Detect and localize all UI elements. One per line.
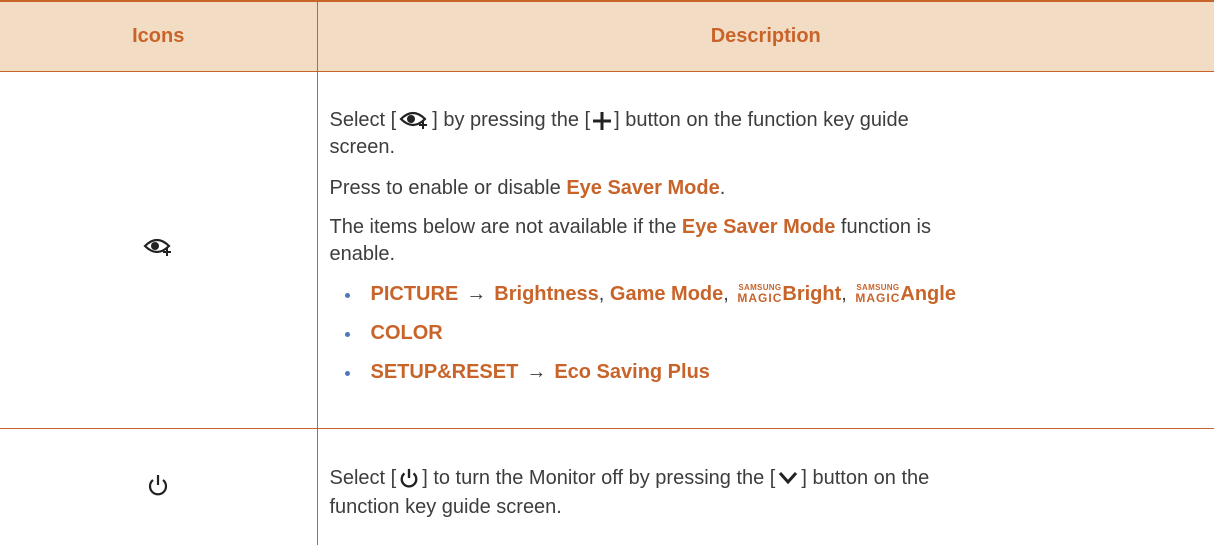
text: . [719, 177, 726, 199]
text: screen. [329, 136, 396, 158]
power-icon [149, 474, 168, 495]
eye-saver-mode-label: Eye Saver Mode [681, 216, 836, 238]
text: Press to enable or disable [329, 177, 567, 199]
magic-bottom: MAGIC [737, 291, 783, 305]
list-item: COLOR [330, 323, 1203, 343]
icon-cell-eye-saver [0, 71, 317, 429]
samsung-magic-logo: SAMSUNG MAGIC [855, 284, 901, 305]
eye-saver-icon [143, 238, 172, 256]
header-description: Description [316, 0, 1214, 72]
eye-enable-text: Press to enable or disable Eye Saver Mod… [330, 175, 1203, 202]
icon-cell-power [0, 429, 317, 545]
angle-label: Angle [900, 283, 956, 305]
power-select-text: Select [ ] to turn the Monitor off by pre… [330, 464, 1203, 522]
bright-label: Bright [782, 283, 842, 305]
separator: , [723, 283, 729, 305]
text: ] by pressing the [ [432, 109, 591, 131]
text: function is [835, 216, 931, 238]
eco-saving-plus-label: Eco Saving Plus [554, 361, 710, 383]
chevron-down-icon [779, 472, 798, 485]
eye-unavailable-text: The items below are not available if the… [330, 214, 1203, 268]
arrow: → [526, 361, 547, 383]
power-icon [400, 469, 418, 488]
eye-select-text: Select [ ] by pressing the [ ] button on t… [330, 107, 1203, 161]
text: ] button on the function key guide [614, 109, 909, 131]
list-item: PICTURE → Brightness, Game Mode, SAMSUNG MA… [330, 284, 1203, 304]
table-row-eye-saver: Select [ ] by pressing the [ ] button on t… [0, 71, 1214, 429]
text: Select [ [329, 466, 397, 489]
game-mode-label: Game Mode [609, 283, 724, 305]
bullet-dot [344, 293, 350, 298]
header-icons: Icons [0, 0, 317, 72]
text: function key guide screen. [329, 495, 562, 518]
text: ] to turn the Monitor off by pressing th… [422, 466, 776, 489]
plus-icon [593, 111, 612, 130]
description-cell-eye-saver: Select [ ] by pressing the [ ] button on t… [316, 71, 1214, 429]
description-cell-power: Select [ ] to turn the Monitor off by pre… [316, 428, 1214, 545]
text: The items below are not available if the [329, 216, 682, 238]
eye-saver-mode-label: Eye Saver Mode [566, 177, 720, 199]
bullet-dot [344, 332, 350, 337]
separator: , [598, 283, 605, 305]
list-item: SETUP&RESET → Eco Saving Plus [330, 362, 1203, 382]
unavailable-items-list: PICTURE → Brightness, Game Mode, SAMSUNG MA… [330, 284, 1203, 382]
brightness-label: Brightness [494, 283, 599, 305]
table-header-row: Icons Description [0, 0, 1214, 72]
text: enable. [329, 243, 396, 265]
setup-reset-label: SETUP&RESET [370, 361, 519, 383]
picture-label: PICTURE [370, 283, 459, 305]
icon-description-table: Icons Description Select [ ] by pressing … [0, 0, 1214, 545]
samsung-magic-logo: SAMSUNG MAGIC [737, 284, 783, 305]
text: Select [ [329, 109, 397, 131]
color-label: COLOR [370, 322, 443, 344]
arrow: → [466, 283, 487, 305]
eye-saver-icon [399, 111, 428, 129]
separator: , [841, 283, 847, 305]
bullet-dot [344, 371, 350, 376]
magic-bottom: MAGIC [855, 291, 901, 305]
text: ] button on the [801, 466, 930, 489]
table-row-power: Select [ ] to turn the Monitor off by pre… [0, 428, 1214, 545]
